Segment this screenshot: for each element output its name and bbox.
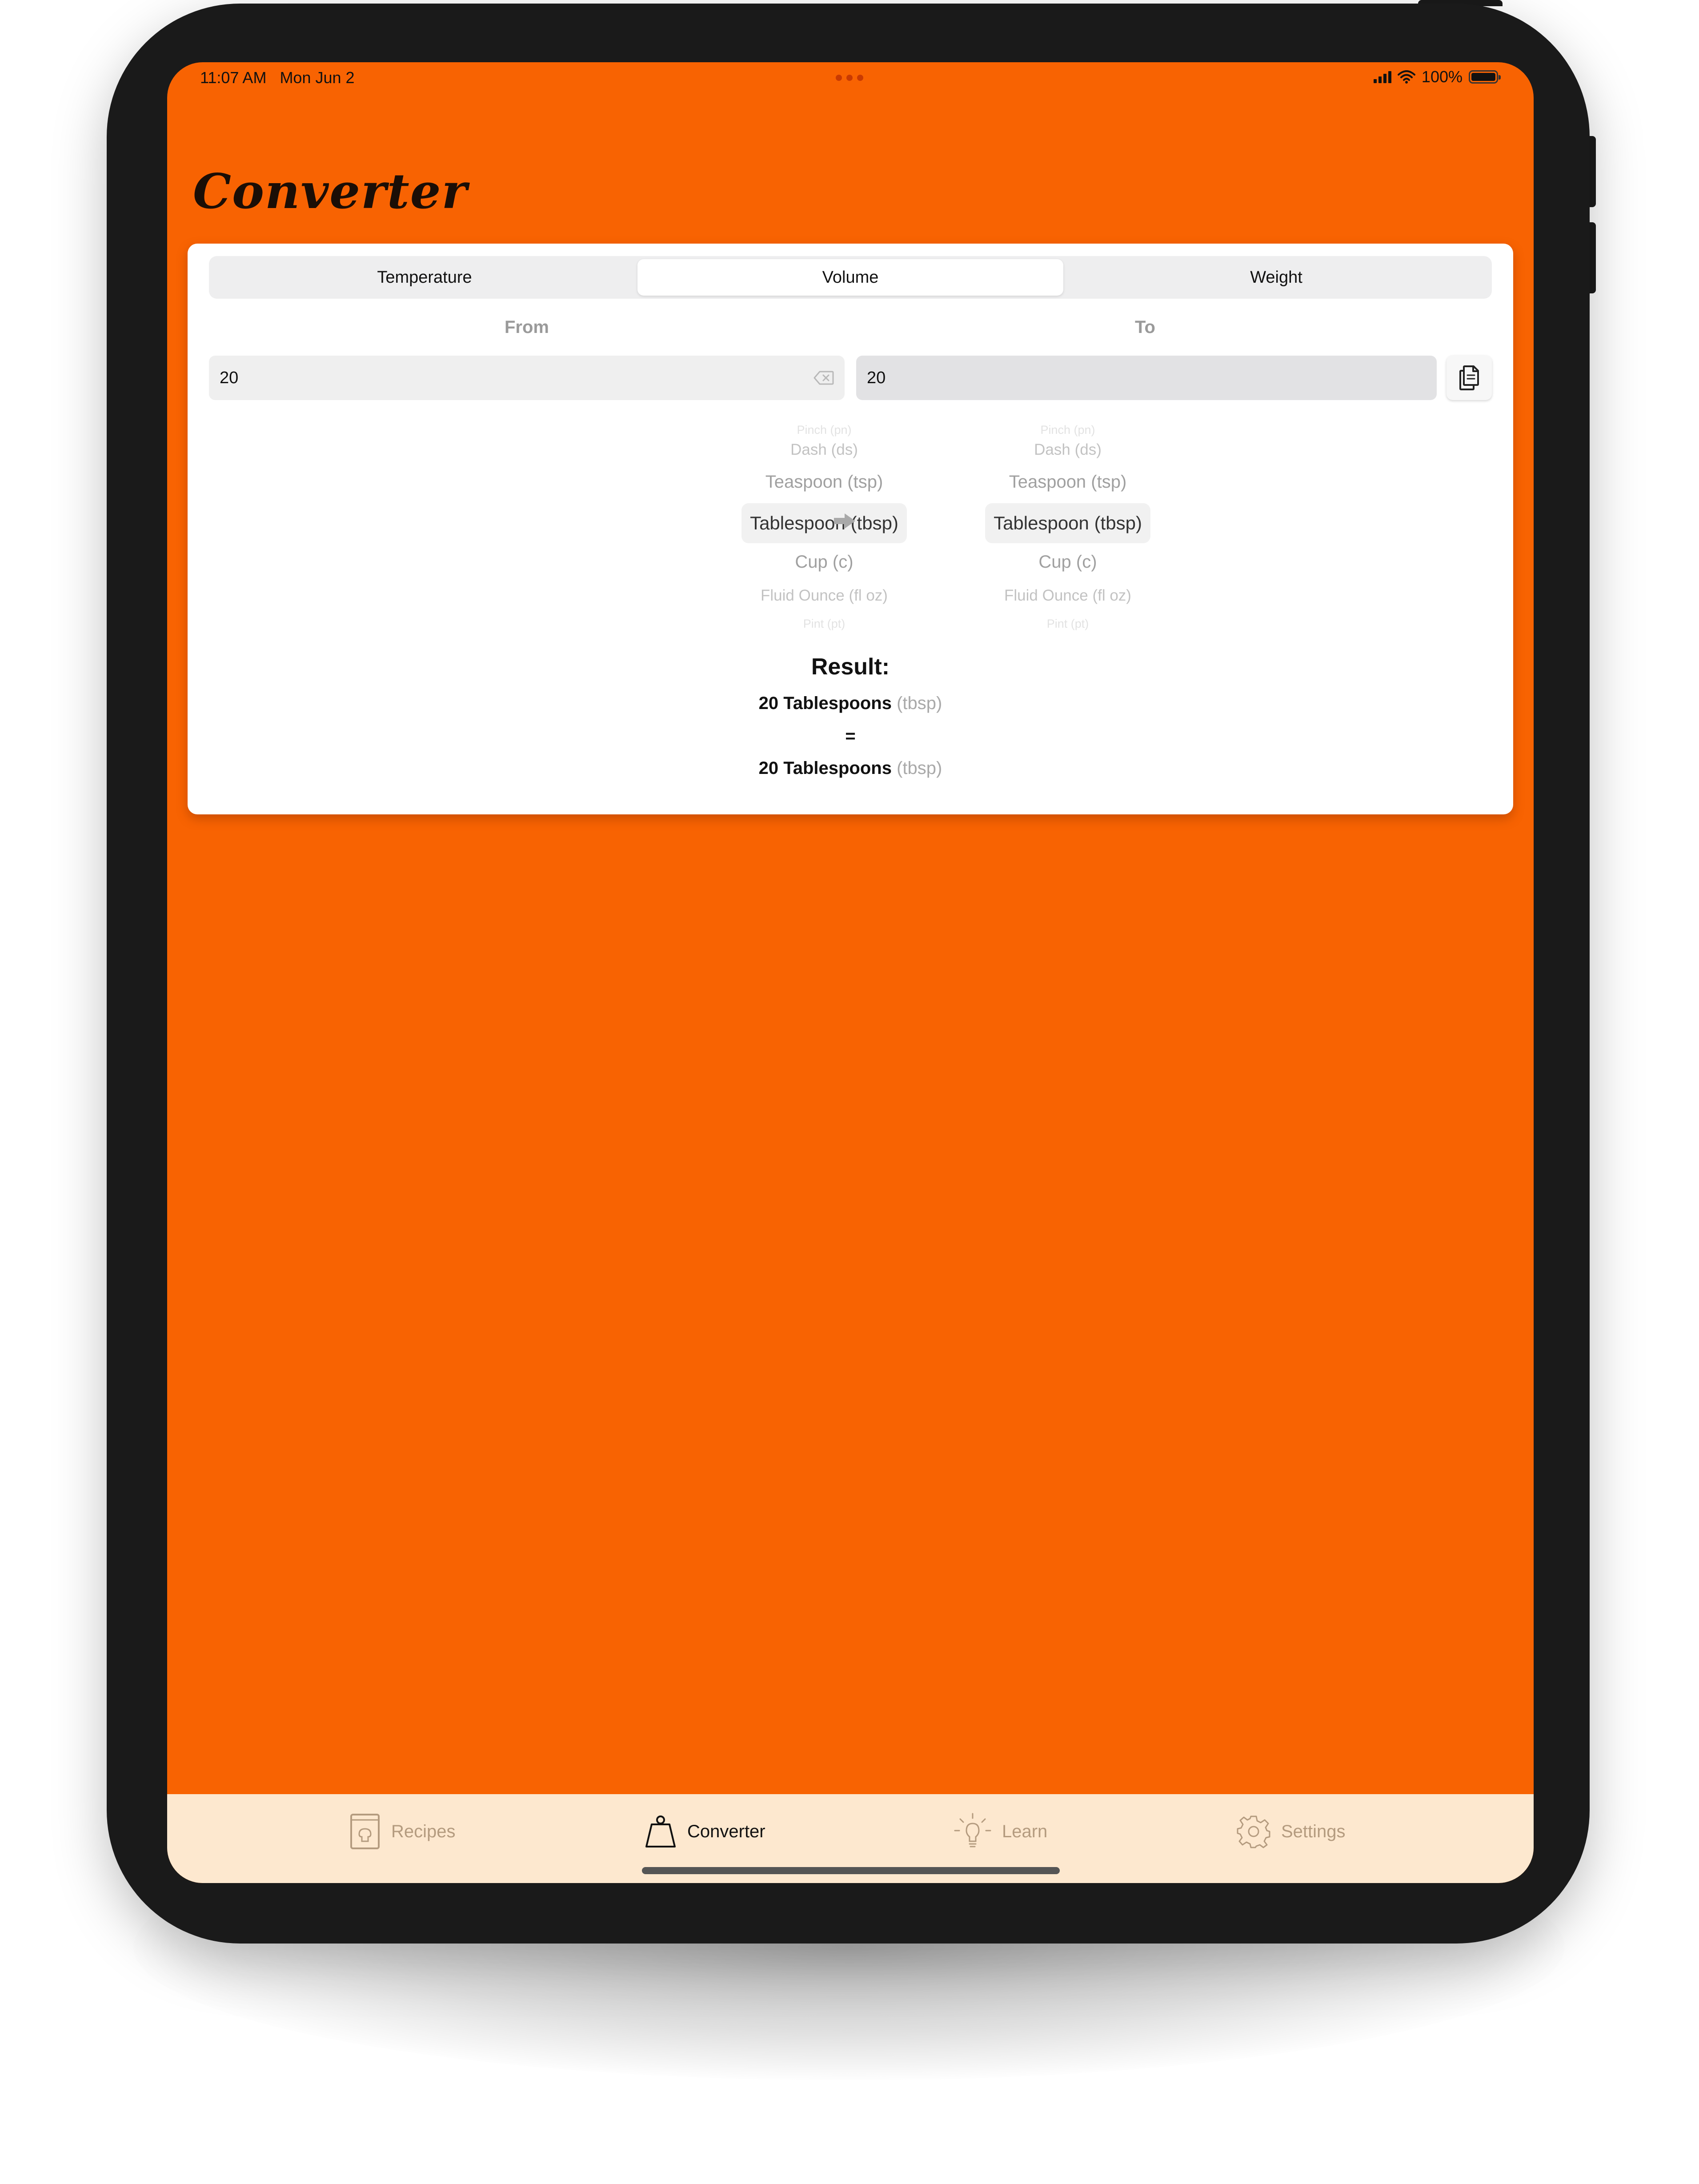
tab-recipes-label: Recipes — [391, 1821, 456, 1841]
result-from-value: 20 Tablespoons — [758, 693, 892, 713]
from-label: From — [505, 317, 549, 337]
lightbulb-icon — [954, 1813, 991, 1847]
picker-option[interactable]: Pinch (pn) — [731, 423, 918, 437]
from-unit-picker[interactable]: Pinch (pn) Dash (ds) Teaspoon (tsp) Tabl… — [731, 423, 918, 637]
tab-converter-label: Converter — [687, 1821, 765, 1841]
result-to-line: 20 Tablespoons (tbsp) — [188, 758, 1513, 778]
tab-settings-label: Settings — [1281, 1821, 1346, 1841]
tab-learn-label: Learn — [1002, 1821, 1048, 1841]
picker-option[interactable]: Teaspoon (tsp) — [974, 472, 1161, 492]
cellular-signal-icon — [1373, 71, 1391, 83]
result-from-unit: (tbsp) — [897, 693, 942, 713]
clear-input-icon[interactable] — [813, 370, 834, 385]
to-unit-picker[interactable]: Pinch (pn) Dash (ds) Teaspoon (tsp) Tabl… — [974, 423, 1161, 637]
tab-bar: Recipes Converter Learn Settings — [167, 1794, 1534, 1883]
wifi-icon — [1397, 70, 1415, 84]
to-value-text: 20 — [867, 368, 886, 387]
status-time: 11:07 AM — [200, 68, 267, 87]
from-value-text: 20 — [220, 368, 239, 387]
scale-weight-icon — [645, 1815, 676, 1847]
battery-level — [1471, 73, 1495, 81]
battery-icon — [1469, 70, 1501, 84]
status-bar-right: 100% — [1373, 68, 1501, 86]
picker-option[interactable]: Fluid Ounce (fl oz) — [974, 587, 1161, 605]
picker-option[interactable]: Cup (c) — [974, 552, 1161, 572]
result-to-unit: (tbsp) — [897, 758, 942, 778]
tab-converter[interactable]: Converter — [645, 1809, 765, 1854]
result-from-line: 20 Tablespoons (tbsp) — [188, 693, 1513, 713]
multitasking-dots-icon[interactable] — [836, 75, 863, 81]
picker-option[interactable]: Dash (ds) — [731, 441, 918, 459]
screen: 11:07 AM Mon Jun 2 100% Converter Temper… — [167, 62, 1534, 1883]
result-title: Result: — [811, 654, 890, 680]
picker-option[interactable]: Pint (pt) — [731, 617, 918, 631]
picker-option[interactable]: Teaspoon (tsp) — [731, 472, 918, 492]
segment-volume[interactable]: Volume — [637, 259, 1063, 296]
recipe-book-icon — [350, 1814, 380, 1849]
result-equals: = — [845, 726, 856, 746]
tab-settings[interactable]: Settings — [1237, 1809, 1346, 1854]
to-label: To — [1135, 317, 1155, 337]
copy-result-button[interactable] — [1447, 356, 1492, 400]
result-to-value: 20 Tablespoons — [758, 758, 892, 778]
picker-option[interactable]: Dash (ds) — [974, 441, 1161, 459]
gear-icon — [1237, 1815, 1270, 1848]
tab-learn[interactable]: Learn — [954, 1809, 1047, 1854]
segment-weight[interactable]: Weight — [1063, 259, 1489, 296]
copy-icon — [1459, 365, 1479, 390]
status-date: Mon Jun 2 — [280, 68, 355, 87]
picker-option[interactable]: Pinch (pn) — [974, 423, 1161, 437]
picker-option[interactable]: Fluid Ounce (fl oz) — [731, 587, 918, 605]
unit-type-segmented-control: Temperature Volume Weight — [209, 256, 1492, 299]
battery-percent: 100% — [1421, 68, 1463, 86]
tab-recipes[interactable]: Recipes — [349, 1809, 456, 1854]
segment-temperature[interactable]: Temperature — [212, 259, 637, 296]
picker-selected-option[interactable]: Tablespoon (tbsp) — [741, 503, 907, 543]
home-indicator[interactable] — [642, 1867, 1060, 1874]
page-title: Converter — [193, 164, 468, 220]
converter-card: Temperature Volume Weight From To 20 20 — [188, 244, 1513, 814]
picker-option[interactable]: Pint (pt) — [974, 617, 1161, 631]
picker-selected-option[interactable]: Tablespoon (tbsp) — [985, 503, 1150, 543]
to-value-output: 20 — [856, 356, 1437, 400]
from-value-input[interactable]: 20 — [209, 356, 845, 400]
picker-option[interactable]: Cup (c) — [731, 552, 918, 572]
arrow-right-icon — [834, 513, 855, 529]
status-bar-left: 11:07 AM Mon Jun 2 — [200, 68, 355, 87]
